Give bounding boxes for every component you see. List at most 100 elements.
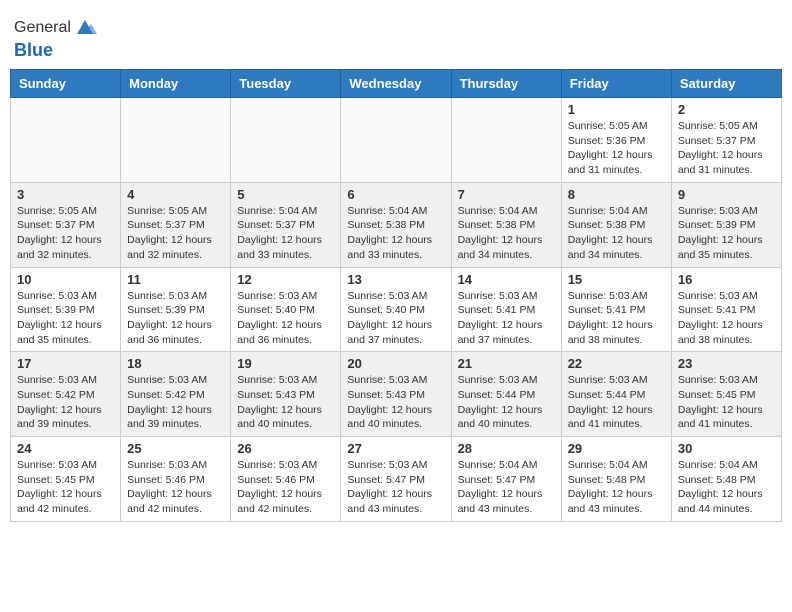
calendar-cell: 19Sunrise: 5:03 AM Sunset: 5:43 PM Dayli… <box>231 352 341 437</box>
day-number: 21 <box>458 356 555 371</box>
calendar-cell: 23Sunrise: 5:03 AM Sunset: 5:45 PM Dayli… <box>671 352 781 437</box>
logo-general-text: General <box>14 19 71 37</box>
week-row-4: 17Sunrise: 5:03 AM Sunset: 5:42 PM Dayli… <box>11 352 782 437</box>
day-number: 8 <box>568 187 665 202</box>
calendar-cell: 10Sunrise: 5:03 AM Sunset: 5:39 PM Dayli… <box>11 267 121 352</box>
day-info: Sunrise: 5:03 AM Sunset: 5:45 PM Dayligh… <box>678 373 775 432</box>
calendar-cell: 29 Sunrise: 5:04 AM Sunset: 5:48 PM Dayli… <box>561 437 671 522</box>
day-info: Sunrise: 5:03 AM Sunset: 5:42 PM Dayligh… <box>17 373 114 432</box>
day-number: 30 <box>678 441 775 456</box>
calendar-cell: 28 Sunrise: 5:04 AM Sunset: 5:47 PM Dayli… <box>451 437 561 522</box>
day-info: Sunrise: 5:05 AM Sunset: 5:36 PM Dayligh… <box>568 119 665 178</box>
calendar-cell: 3 Sunrise: 5:05 AM Sunset: 5:37 PM Daylig… <box>11 182 121 267</box>
day-number: 7 <box>458 187 555 202</box>
day-number: 6 <box>347 187 444 202</box>
calendar-cell: 6 Sunrise: 5:04 AM Sunset: 5:38 PM Daylig… <box>341 182 451 267</box>
week-row-5: 24Sunrise: 5:03 AM Sunset: 5:45 PM Dayli… <box>11 437 782 522</box>
day-number: 4 <box>127 187 224 202</box>
page-header: General Blue <box>10 10 782 61</box>
calendar-cell: 4Sunrise: 5:05 AM Sunset: 5:37 PM Daylig… <box>121 182 231 267</box>
day-number: 5 <box>237 187 334 202</box>
day-info: Sunrise: 5:04 AM Sunset: 5:48 PM Dayligh… <box>678 458 775 517</box>
day-number: 20 <box>347 356 444 371</box>
logo-icon <box>73 16 97 40</box>
day-info: Sunrise: 5:03 AM Sunset: 5:41 PM Dayligh… <box>568 289 665 348</box>
day-number: 11 <box>127 272 224 287</box>
calendar-cell: 7Sunrise: 5:04 AM Sunset: 5:38 PM Daylig… <box>451 182 561 267</box>
calendar-cell: 18 Sunrise: 5:03 AM Sunset: 5:42 PM Dayli… <box>121 352 231 437</box>
weekday-header-thursday: Thursday <box>451 70 561 98</box>
calendar-cell: 22 Sunrise: 5:03 AM Sunset: 5:44 PM Dayli… <box>561 352 671 437</box>
calendar-cell <box>451 98 561 183</box>
day-info: Sunrise: 5:04 AM Sunset: 5:38 PM Dayligh… <box>347 204 444 263</box>
day-info: Sunrise: 5:03 AM Sunset: 5:39 PM Dayligh… <box>17 289 114 348</box>
calendar-cell: 8 Sunrise: 5:04 AM Sunset: 5:38 PM Daylig… <box>561 182 671 267</box>
calendar-cell: 14Sunrise: 5:03 AM Sunset: 5:41 PM Dayli… <box>451 267 561 352</box>
day-number: 1 <box>568 102 665 117</box>
calendar-cell: 1 Sunrise: 5:05 AM Sunset: 5:36 PM Daylig… <box>561 98 671 183</box>
day-info: Sunrise: 5:04 AM Sunset: 5:38 PM Dayligh… <box>568 204 665 263</box>
day-number: 19 <box>237 356 334 371</box>
logo: General Blue <box>14 16 97 61</box>
calendar-cell <box>231 98 341 183</box>
day-number: 12 <box>237 272 334 287</box>
calendar-cell: 13 Sunrise: 5:03 AM Sunset: 5:40 PM Dayli… <box>341 267 451 352</box>
day-info: Sunrise: 5:03 AM Sunset: 5:46 PM Dayligh… <box>127 458 224 517</box>
day-info: Sunrise: 5:03 AM Sunset: 5:39 PM Dayligh… <box>678 204 775 263</box>
logo-blue-text: Blue <box>14 40 53 60</box>
day-number: 2 <box>678 102 775 117</box>
weekday-header-monday: Monday <box>121 70 231 98</box>
day-number: 28 <box>458 441 555 456</box>
weekday-header-sunday: Sunday <box>11 70 121 98</box>
calendar: SundayMondayTuesdayWednesdayThursdayFrid… <box>10 69 782 522</box>
weekday-header-row: SundayMondayTuesdayWednesdayThursdayFrid… <box>11 70 782 98</box>
weekday-header-friday: Friday <box>561 70 671 98</box>
calendar-cell: 11 Sunrise: 5:03 AM Sunset: 5:39 PM Dayli… <box>121 267 231 352</box>
calendar-cell: 25 Sunrise: 5:03 AM Sunset: 5:46 PM Dayli… <box>121 437 231 522</box>
calendar-cell: 17Sunrise: 5:03 AM Sunset: 5:42 PM Dayli… <box>11 352 121 437</box>
day-info: Sunrise: 5:03 AM Sunset: 5:40 PM Dayligh… <box>237 289 334 348</box>
day-info: Sunrise: 5:03 AM Sunset: 5:46 PM Dayligh… <box>237 458 334 517</box>
calendar-cell: 2 Sunrise: 5:05 AM Sunset: 5:37 PM Daylig… <box>671 98 781 183</box>
day-info: Sunrise: 5:03 AM Sunset: 5:43 PM Dayligh… <box>347 373 444 432</box>
day-number: 18 <box>127 356 224 371</box>
day-number: 16 <box>678 272 775 287</box>
day-info: Sunrise: 5:03 AM Sunset: 5:44 PM Dayligh… <box>568 373 665 432</box>
week-row-1: 1 Sunrise: 5:05 AM Sunset: 5:36 PM Daylig… <box>11 98 782 183</box>
calendar-cell: 15 Sunrise: 5:03 AM Sunset: 5:41 PM Dayli… <box>561 267 671 352</box>
day-number: 13 <box>347 272 444 287</box>
day-number: 22 <box>568 356 665 371</box>
day-info: Sunrise: 5:04 AM Sunset: 5:48 PM Dayligh… <box>568 458 665 517</box>
calendar-cell: 9 Sunrise: 5:03 AM Sunset: 5:39 PM Daylig… <box>671 182 781 267</box>
day-number: 15 <box>568 272 665 287</box>
day-number: 9 <box>678 187 775 202</box>
day-info: Sunrise: 5:03 AM Sunset: 5:40 PM Dayligh… <box>347 289 444 348</box>
week-row-2: 3 Sunrise: 5:05 AM Sunset: 5:37 PM Daylig… <box>11 182 782 267</box>
calendar-cell <box>11 98 121 183</box>
day-info: Sunrise: 5:03 AM Sunset: 5:42 PM Dayligh… <box>127 373 224 432</box>
day-info: Sunrise: 5:04 AM Sunset: 5:47 PM Dayligh… <box>458 458 555 517</box>
day-info: Sunrise: 5:03 AM Sunset: 5:41 PM Dayligh… <box>458 289 555 348</box>
calendar-cell: 20 Sunrise: 5:03 AM Sunset: 5:43 PM Dayli… <box>341 352 451 437</box>
day-number: 29 <box>568 441 665 456</box>
day-number: 3 <box>17 187 114 202</box>
day-number: 24 <box>17 441 114 456</box>
day-info: Sunrise: 5:05 AM Sunset: 5:37 PM Dayligh… <box>17 204 114 263</box>
calendar-cell <box>341 98 451 183</box>
calendar-cell: 24Sunrise: 5:03 AM Sunset: 5:45 PM Dayli… <box>11 437 121 522</box>
calendar-cell: 5 Sunrise: 5:04 AM Sunset: 5:37 PM Daylig… <box>231 182 341 267</box>
weekday-header-saturday: Saturday <box>671 70 781 98</box>
day-info: Sunrise: 5:03 AM Sunset: 5:39 PM Dayligh… <box>127 289 224 348</box>
day-info: Sunrise: 5:03 AM Sunset: 5:41 PM Dayligh… <box>678 289 775 348</box>
week-row-3: 10Sunrise: 5:03 AM Sunset: 5:39 PM Dayli… <box>11 267 782 352</box>
calendar-cell <box>121 98 231 183</box>
calendar-cell: 27Sunrise: 5:03 AM Sunset: 5:47 PM Dayli… <box>341 437 451 522</box>
calendar-cell: 30 Sunrise: 5:04 AM Sunset: 5:48 PM Dayli… <box>671 437 781 522</box>
day-number: 26 <box>237 441 334 456</box>
day-info: Sunrise: 5:03 AM Sunset: 5:47 PM Dayligh… <box>347 458 444 517</box>
day-info: Sunrise: 5:05 AM Sunset: 5:37 PM Dayligh… <box>678 119 775 178</box>
calendar-cell: 26 Sunrise: 5:03 AM Sunset: 5:46 PM Dayli… <box>231 437 341 522</box>
calendar-cell: 12 Sunrise: 5:03 AM Sunset: 5:40 PM Dayli… <box>231 267 341 352</box>
day-info: Sunrise: 5:04 AM Sunset: 5:37 PM Dayligh… <box>237 204 334 263</box>
day-number: 25 <box>127 441 224 456</box>
